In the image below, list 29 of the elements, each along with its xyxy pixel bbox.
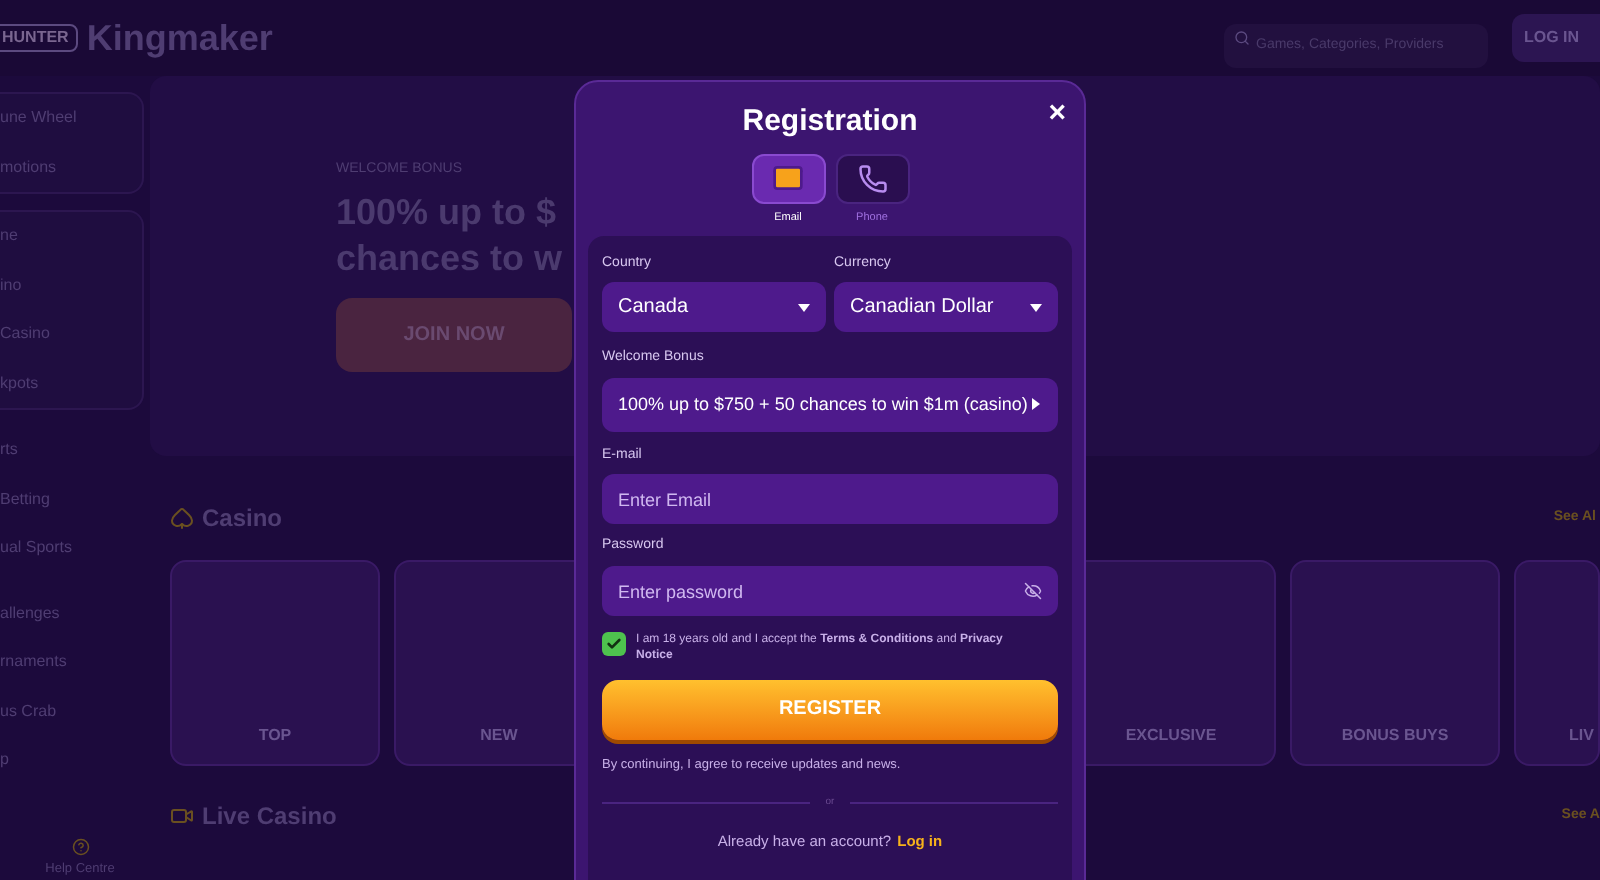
- bonus-select[interactable]: 100% up to $750 + 50 chances to win $1m (casino): [602, 377, 1058, 432]
- card-label: EXCLUSIVE: [1125, 724, 1217, 748]
- game-card[interactable]: LIV: [1514, 560, 1600, 766]
- game-card[interactable]: TOP: [170, 560, 380, 766]
- login-button[interactable]: LOG IN: [1512, 14, 1600, 62]
- consent-checkbox[interactable]: [602, 631, 626, 656]
- phone-icon: [857, 163, 887, 193]
- card-label: NEW: [480, 724, 518, 748]
- password-field[interactable]: Enter password: [602, 566, 1058, 617]
- check-icon: [606, 635, 622, 652]
- card-label: BONUS BUYS: [1341, 724, 1449, 748]
- caret-icon: [1030, 301, 1042, 314]
- email-field[interactable]: Enter Email: [602, 474, 1058, 525]
- card-label: TOP: [258, 724, 292, 748]
- caret-icon: [1030, 398, 1042, 411]
- search-icon: [1234, 30, 1250, 46]
- camera-icon: [170, 804, 194, 828]
- dialog-title: Registration: [742, 102, 918, 142]
- register-button[interactable]: REGISTER: [602, 679, 1058, 740]
- card-label: LIV: [1569, 724, 1594, 748]
- caret-icon: [798, 301, 810, 314]
- game-card[interactable]: BONUS BUYS: [1290, 560, 1500, 766]
- close-button[interactable]: ×: [1048, 98, 1066, 128]
- currency-select[interactable]: Canadian Dollar: [834, 282, 1058, 333]
- country-select[interactable]: Canada: [602, 282, 826, 333]
- help-icon: [71, 837, 89, 855]
- hide-password-icon[interactable]: [1024, 581, 1042, 600]
- brand-name: Kingmaker: [86, 15, 273, 62]
- logo-badge: HUNTER: [0, 24, 79, 52]
